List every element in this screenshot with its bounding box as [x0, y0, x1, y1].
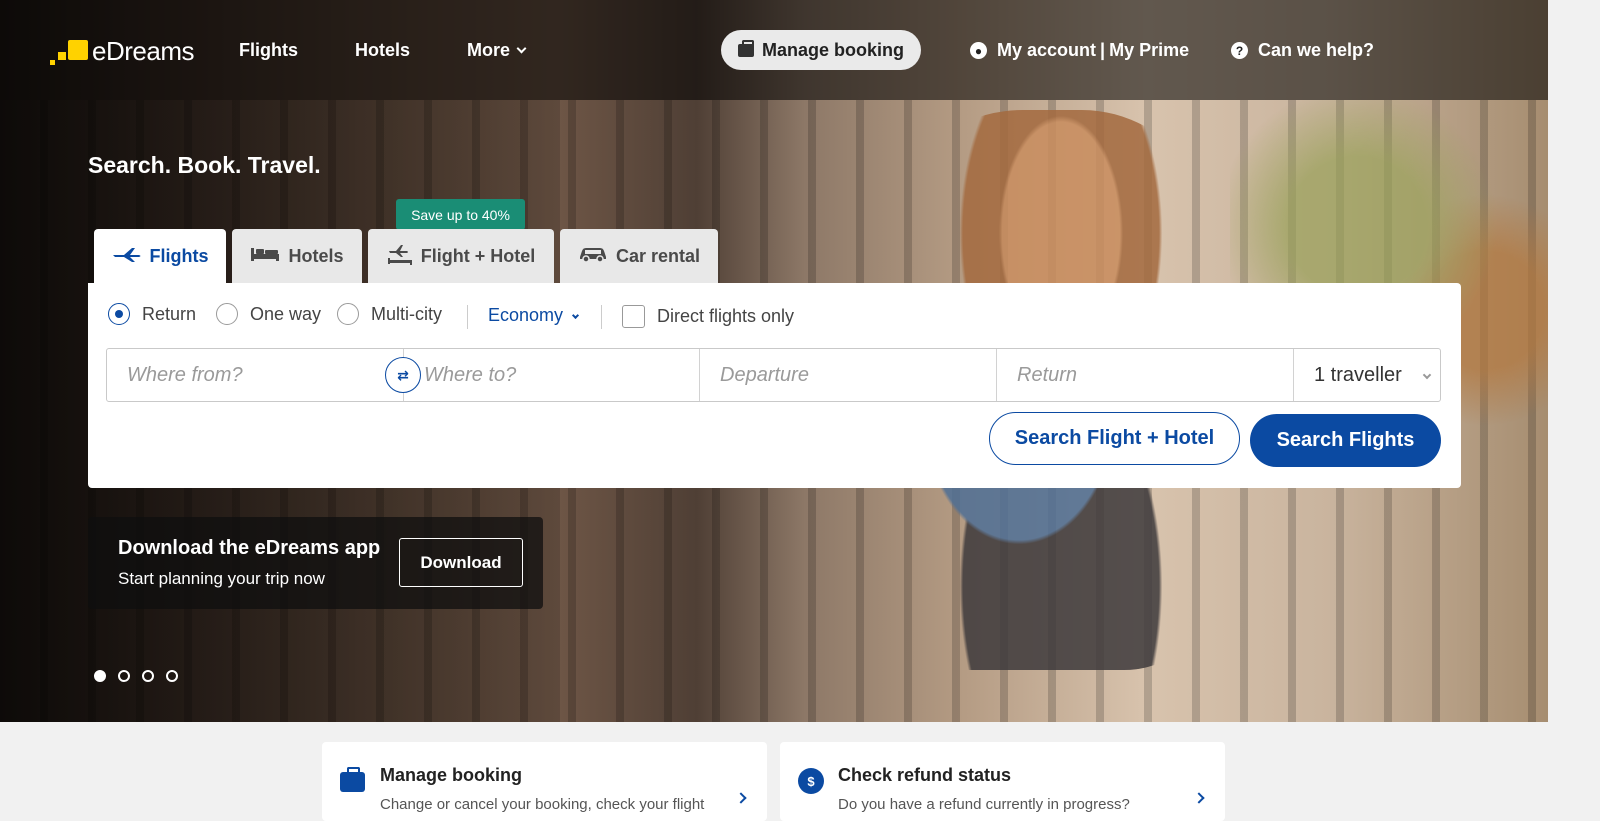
my-prime-link[interactable]: My Prime: [1109, 40, 1189, 61]
chevron-right-icon: [1193, 792, 1205, 804]
carousel-dot-3[interactable]: [142, 670, 154, 682]
account-links: ● My account | My Prime: [970, 40, 1189, 61]
return-date-input[interactable]: Return: [997, 349, 1294, 401]
radio-one-way[interactable]: [216, 303, 238, 325]
tab-flight-hotel[interactable]: Flight + Hotel: [368, 229, 554, 283]
divider: [601, 305, 602, 329]
chevron-right-icon: [735, 792, 747, 804]
divider: [467, 305, 468, 329]
direct-flights-option[interactable]: Direct flights only: [622, 305, 794, 328]
manage-booking-button[interactable]: Manage booking: [721, 30, 921, 70]
nav-more[interactable]: More: [467, 40, 527, 61]
help-icon: ?: [1231, 42, 1248, 59]
direct-flights-checkbox[interactable]: [622, 305, 645, 328]
logo-mark-icon: [50, 38, 90, 66]
radio-multi-city[interactable]: [337, 303, 359, 325]
nav-hotels[interactable]: Hotels: [355, 40, 410, 61]
search-flights-button[interactable]: Search Flights: [1250, 414, 1441, 467]
chevron-down-icon: [1422, 370, 1432, 379]
nav-flights[interactable]: Flights: [239, 40, 298, 61]
carousel-dot-4[interactable]: [166, 670, 178, 682]
briefcase-icon: [340, 767, 365, 792]
user-icon: ●: [970, 42, 987, 59]
promo-title: Download the eDreams app: [118, 537, 381, 559]
car-icon: [578, 245, 608, 268]
download-app-button[interactable]: Download: [399, 538, 523, 587]
cabin-class-select[interactable]: Economy: [488, 305, 580, 326]
my-account-link[interactable]: My account: [997, 40, 1096, 61]
carousel-dot-2[interactable]: [118, 670, 130, 682]
trip-type-return[interactable]: Return: [108, 303, 196, 325]
hero-tagline: Search. Book. Travel.: [88, 152, 321, 178]
tab-flights[interactable]: Flights: [94, 229, 226, 283]
tab-car-rental[interactable]: Car rental: [560, 229, 718, 283]
edreams-logo[interactable]: eDreams: [50, 36, 194, 67]
search-flight-hotel-button[interactable]: Search Flight + Hotel: [989, 412, 1240, 465]
promo-subtitle: Start planning your trip now: [118, 569, 325, 588]
bed-icon: [250, 246, 280, 267]
origin-input[interactable]: Where from? ⇄: [107, 349, 421, 401]
trip-type-one-way[interactable]: One way: [216, 303, 321, 325]
app-promo-banner: Download the eDreams app Start planning …: [88, 517, 543, 609]
search-panel: Return One way Multi-city Economy Direct…: [88, 283, 1461, 488]
tab-hotels[interactable]: Hotels: [232, 229, 362, 283]
chevron-down-icon: [516, 43, 527, 54]
carousel-dot-1[interactable]: [94, 670, 106, 682]
save-badge: Save up to 40%: [396, 199, 525, 236]
briefcase-icon: [737, 39, 754, 57]
travellers-select[interactable]: 1 traveller: [1294, 349, 1440, 401]
radio-return[interactable]: [108, 303, 130, 325]
departure-date-input[interactable]: Departure: [700, 349, 997, 401]
search-fields: Where from? ⇄ Where to? Departure Return…: [106, 348, 1441, 402]
destination-input[interactable]: Where to?: [404, 349, 700, 401]
refund-status-card[interactable]: $ Check refund status Do you have a refu…: [780, 742, 1225, 821]
refund-icon: $: [798, 768, 824, 794]
trip-type-multi-city[interactable]: Multi-city: [337, 303, 442, 325]
chevron-down-icon: [572, 311, 580, 320]
manage-booking-card[interactable]: Manage booking Change or cancel your boo…: [322, 742, 767, 821]
carousel-dots: [94, 670, 190, 682]
help-link[interactable]: ? Can we help?: [1231, 40, 1374, 61]
plane-icon: [112, 246, 142, 267]
flight-hotel-icon: [387, 243, 413, 270]
top-header: eDreams Flights Hotels More Manage booki…: [0, 0, 1548, 100]
swap-icon[interactable]: ⇄: [385, 357, 421, 393]
